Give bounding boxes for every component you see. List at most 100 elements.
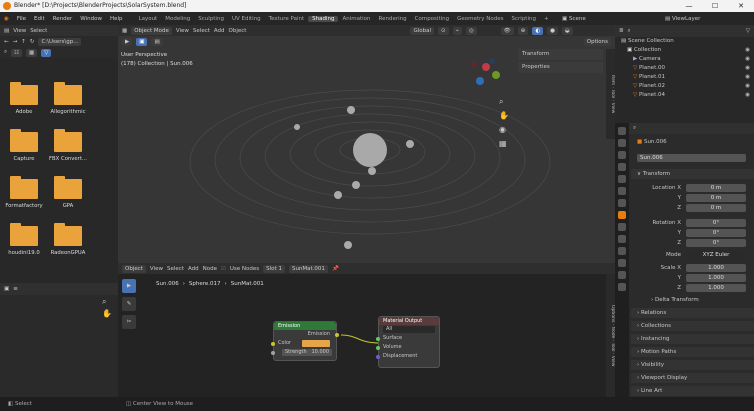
input-socket[interactable] (271, 350, 275, 355)
folder-icon[interactable] (54, 223, 82, 246)
3d-viewport[interactable]: ▦ Object Mode View Select Add Object Glo… (118, 25, 615, 263)
shader-node-editor[interactable]: Object View Select Add Node ☑ Use Nodes … (118, 263, 615, 397)
zoom-icon[interactable]: ⌕ (499, 97, 503, 107)
particles-tab-icon[interactable] (618, 235, 626, 243)
input-socket[interactable] (271, 341, 275, 346)
collections-panel[interactable]: › Collections (631, 321, 754, 331)
emission-node[interactable]: Emission Emission Color Strength 10.000 (271, 321, 339, 361)
tab-modeling[interactable]: Modeling (161, 16, 194, 22)
input-socket[interactable] (376, 345, 380, 350)
folder-icon[interactable] (10, 176, 38, 199)
input-socket[interactable] (376, 354, 380, 359)
outliner-item[interactable]: ▽ Planet.01 ◉ (615, 73, 754, 82)
output-socket[interactable] (335, 332, 339, 337)
location-z-field[interactable]: 0 m (686, 204, 746, 212)
grid-icon[interactable]: ▦ (499, 139, 507, 148)
tab-sculpting[interactable]: Sculpting (194, 16, 228, 22)
visibility-eye-icon[interactable]: ◉ (745, 73, 750, 82)
tab-compositing[interactable]: Compositing (411, 16, 453, 22)
pan-hand-icon[interactable]: ✋ (102, 309, 112, 318)
physics-tab-icon[interactable] (618, 247, 626, 255)
visibility-eye-icon[interactable]: ◉ (745, 64, 750, 73)
folder-label[interactable]: Adobe (1, 109, 47, 115)
folder-label[interactable]: Formatfactory (1, 203, 47, 209)
display-mode-icon[interactable]: ☷ (11, 48, 23, 57)
search-icon[interactable]: ⌕ (628, 28, 631, 35)
menu-help[interactable]: Help (106, 16, 127, 22)
blender-menu-icon[interactable]: ◉ (0, 16, 13, 22)
panel-properties[interactable]: Properties (518, 62, 603, 73)
rotation-mode-dropdown[interactable]: XYZ Euler (686, 251, 746, 259)
scene-selector[interactable]: ▣ Scene (562, 16, 586, 22)
maximize-button[interactable]: ☐ (702, 0, 728, 12)
emission-node-header[interactable]: Emission (274, 322, 336, 330)
back-arrow-icon[interactable]: ← (4, 39, 9, 45)
thumbnail-icon[interactable]: ▦ (26, 48, 38, 57)
rotation-z-field[interactable]: 0° (686, 239, 746, 247)
visibility-eye-icon[interactable]: ◉ (745, 55, 750, 64)
folder-label[interactable]: FBX Convert... (45, 156, 91, 162)
delta-transform-panel[interactable]: › Delta Transform (631, 295, 754, 305)
location-y-field[interactable]: 0 m (686, 194, 746, 202)
input-socket[interactable] (376, 336, 380, 341)
viewport-display-panel[interactable]: › Viewport Display (631, 373, 754, 383)
folder-icon[interactable] (54, 129, 82, 152)
menu-window[interactable]: Window (76, 16, 106, 22)
outliner-item[interactable]: ▽ Planet.02 ◉ (615, 82, 754, 91)
outliner-item[interactable]: ▣ Collection ◉ (615, 46, 754, 55)
location-x-field[interactable]: 0 m (686, 184, 746, 192)
folder-label[interactable]: Allegorithmic (45, 109, 91, 115)
rotation-y-field[interactable]: 0° (686, 229, 746, 237)
visibility-eye-icon[interactable]: ◉ (745, 91, 750, 100)
fb-menu-view[interactable]: View (13, 28, 26, 34)
search-icon[interactable]: ⌕ (633, 125, 636, 132)
folder-icon[interactable] (10, 223, 38, 246)
tab-rendering[interactable]: Rendering (375, 16, 411, 22)
editor-type-icon[interactable]: ▤ (4, 28, 9, 34)
tab-animation[interactable]: Animation (338, 16, 374, 22)
relations-panel[interactable]: › Relations (631, 308, 754, 318)
tab-geometry-nodes[interactable]: Geometry Nodes (453, 16, 507, 22)
editor-type-icon[interactable]: ≣ (619, 28, 624, 34)
motion-paths-panel[interactable]: › Motion Paths (631, 347, 754, 357)
camera-view-icon[interactable]: ◉ (499, 125, 506, 134)
tab-uv-editing[interactable]: UV Editing (228, 16, 265, 22)
scene-tab-icon[interactable] (618, 175, 626, 183)
scale-x-field[interactable]: 1.000 (686, 264, 746, 272)
tab-scripting[interactable]: Scripting (508, 16, 540, 22)
visibility-eye-icon[interactable]: ◉ (745, 82, 750, 91)
data-tab-icon[interactable] (618, 271, 626, 279)
constraints-tab-icon[interactable] (618, 259, 626, 267)
menu-file[interactable]: File (13, 16, 30, 22)
folder-label[interactable]: Capture (1, 156, 47, 162)
outliner-item[interactable]: ▶ Camera ◉ (615, 55, 754, 64)
world-tab-icon[interactable] (618, 187, 626, 195)
zoom-icon[interactable]: ⌕ (102, 297, 106, 307)
collection-tab-icon[interactable] (618, 199, 626, 207)
folder-label[interactable]: RadeonGPUA (45, 250, 91, 256)
modifier-tab-icon[interactable] (618, 223, 626, 231)
object-tab-icon[interactable] (618, 211, 626, 219)
folder-label[interactable]: GPA (45, 203, 91, 209)
folder-icon[interactable] (10, 129, 38, 152)
rotation-x-field[interactable]: 0° (686, 219, 746, 227)
output-tab-icon[interactable] (618, 151, 626, 159)
strength-field[interactable]: Strength 10.000 (282, 349, 332, 356)
color-swatch[interactable] (302, 340, 330, 347)
outliner-item[interactable]: ▽ Planet.04 ◉ (615, 91, 754, 100)
editor-type-icon[interactable]: ▣ (4, 286, 9, 292)
folder-icon[interactable] (54, 82, 82, 105)
outliner-item[interactable]: ▽ Planet.00 ◉ (615, 64, 754, 73)
visibility-eye-icon[interactable]: ◉ (745, 46, 750, 55)
render-tab-icon[interactable] (618, 139, 626, 147)
path-field[interactable]: C:\Users\gp... (38, 37, 82, 46)
fb-menu-select[interactable]: Select (30, 28, 47, 34)
forward-arrow-icon[interactable]: → (13, 39, 18, 45)
pan-hand-icon[interactable]: ✋ (499, 111, 509, 120)
object-name-field[interactable]: Sun.006 (637, 154, 746, 162)
minimize-button[interactable]: — (676, 0, 702, 12)
close-button[interactable]: ✕ (728, 0, 754, 12)
material-output-header[interactable]: Material Output (379, 317, 439, 325)
viewlayer-selector[interactable]: ▤ ViewLayer (665, 16, 700, 22)
target-dropdown[interactable]: All (383, 326, 435, 333)
